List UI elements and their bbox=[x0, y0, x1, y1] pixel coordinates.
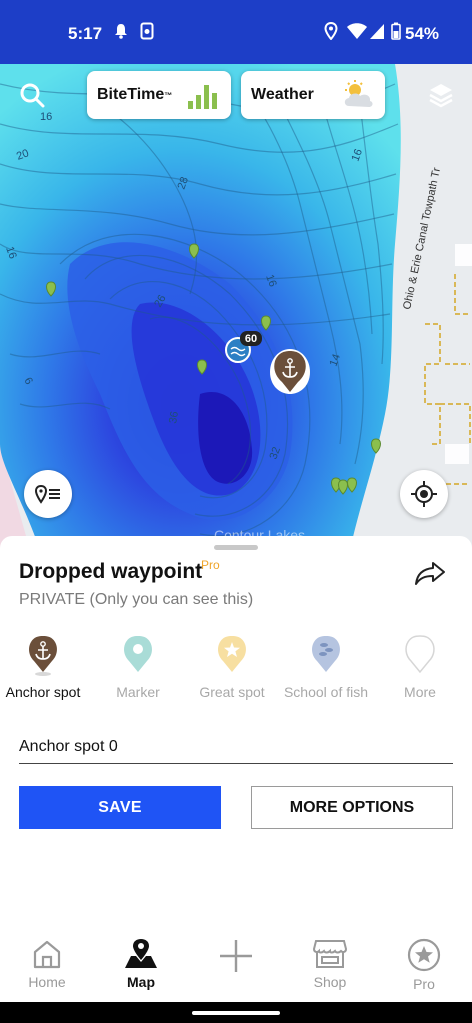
type-label: Great spot bbox=[199, 684, 265, 700]
waypoint-name-field[interactable]: Anchor spot 0 bbox=[19, 736, 453, 764]
battery-percent: 54% bbox=[405, 24, 440, 43]
status-time: 5:17 bbox=[68, 24, 103, 43]
gesture-bar bbox=[0, 1002, 472, 1023]
partly-cloudy-icon bbox=[344, 80, 373, 107]
more-icon bbox=[405, 635, 435, 674]
weather-button[interactable]: Weather bbox=[241, 71, 385, 119]
type-label: More bbox=[404, 684, 436, 700]
type-more[interactable]: More bbox=[373, 634, 467, 701]
type-school-of-fish[interactable]: School of fish bbox=[279, 634, 373, 701]
fish-icon bbox=[312, 636, 340, 672]
type-marker[interactable]: Marker bbox=[91, 634, 185, 701]
map-view[interactable]: 20 28 16 16 26 36 16 14 32 6 16 Ohio & E… bbox=[0, 64, 472, 550]
waypoint-sheet: Dropped waypoint Pro PRIVATE (Only you c… bbox=[0, 536, 472, 932]
bitetime-button[interactable]: BiteTime ™ bbox=[87, 71, 231, 119]
nav-pro[interactable]: Pro bbox=[377, 932, 471, 992]
weather-label: Weather bbox=[251, 86, 314, 103]
sheet-drag-handle[interactable] bbox=[214, 545, 258, 550]
type-label: School of fish bbox=[283, 684, 369, 700]
location-icon bbox=[324, 22, 338, 40]
status-bar: 5:17 54% bbox=[0, 0, 472, 64]
nav-map[interactable]: Map bbox=[94, 932, 188, 990]
marker-icon bbox=[124, 636, 152, 672]
sd-card-icon bbox=[140, 22, 154, 40]
waypoint-type-selector: Anchor spot Marker Great spot School of … bbox=[0, 634, 472, 724]
bite-chart-icon bbox=[188, 85, 217, 109]
my-location-button[interactable] bbox=[400, 470, 448, 518]
pro-badge: Pro bbox=[201, 558, 220, 572]
nav-label: Home bbox=[28, 974, 66, 990]
more-options-button[interactable]: MORE OPTIONS bbox=[251, 786, 453, 829]
signal-icon bbox=[370, 24, 384, 39]
depth-map[interactable]: 20 28 16 16 26 36 16 14 32 6 16 Ohio & E… bbox=[0, 64, 472, 550]
home-indicator[interactable] bbox=[192, 1011, 280, 1015]
privacy-note: PRIVATE (Only you can see this) bbox=[19, 591, 254, 608]
pro-star-icon bbox=[407, 938, 441, 972]
nav-label: Map bbox=[127, 974, 155, 990]
type-label: Marker bbox=[116, 684, 160, 700]
pin-list-icon bbox=[35, 484, 60, 504]
spot-count-badge: 60 bbox=[245, 333, 257, 345]
layers-icon[interactable] bbox=[428, 82, 454, 108]
bitetime-label: BiteTime bbox=[97, 86, 165, 103]
depth-label: 36 bbox=[167, 410, 181, 424]
waypoint-title: Dropped waypoint bbox=[19, 560, 203, 583]
star-icon bbox=[218, 636, 246, 672]
nav-label: Shop bbox=[313, 974, 347, 990]
dropped-waypoint-pin[interactable] bbox=[270, 349, 310, 394]
type-anchor-spot[interactable]: Anchor spot bbox=[0, 634, 90, 701]
depth-label: 16 bbox=[40, 111, 52, 123]
map-pin-icon bbox=[125, 939, 157, 968]
share-icon[interactable] bbox=[414, 560, 446, 586]
nav-shop[interactable]: Shop bbox=[283, 932, 377, 990]
crosshair-icon bbox=[411, 481, 437, 507]
shop-icon bbox=[313, 940, 347, 968]
trademark-mark: ™ bbox=[164, 90, 173, 100]
nav-label: Pro bbox=[413, 976, 435, 992]
save-button[interactable]: SAVE bbox=[19, 786, 221, 829]
bottom-navigation: Home Map Shop Pro bbox=[0, 932, 472, 1002]
home-icon bbox=[33, 940, 61, 969]
anchor-icon bbox=[29, 636, 57, 676]
waypoint-list-button[interactable] bbox=[24, 470, 72, 518]
notification-bell-icon bbox=[115, 24, 127, 39]
plus-icon bbox=[220, 940, 252, 972]
search-icon[interactable] bbox=[19, 82, 45, 108]
type-label: Anchor spot bbox=[5, 684, 81, 700]
wifi-icon bbox=[347, 23, 367, 39]
nav-add[interactable] bbox=[189, 932, 283, 974]
battery-icon bbox=[391, 22, 401, 40]
nav-home[interactable]: Home bbox=[0, 932, 94, 990]
type-great-spot[interactable]: Great spot bbox=[185, 634, 279, 701]
